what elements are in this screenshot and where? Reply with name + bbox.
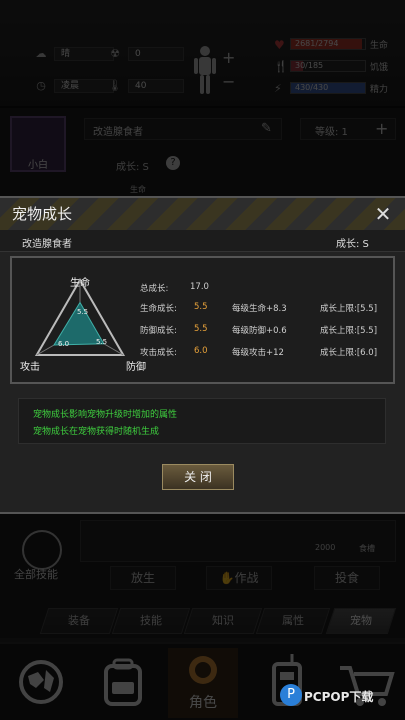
life-growth-value: 5.5 (194, 302, 208, 312)
attack-growth-label: 攻击成长: (140, 348, 177, 358)
dialog-growth-grade: 成长: S (336, 239, 369, 250)
dialog-pet-name: 改造腺食者 (22, 239, 72, 250)
description-line-1: 宠物成长影响宠物升级时增加的属性 (33, 410, 178, 420)
radar-value-life: 5.5 (77, 308, 89, 316)
defense-growth-cap: 成长上限:[5.5] (320, 326, 378, 336)
dialog-subheader: 改造腺食者 成长: S (0, 230, 405, 252)
watermark-text: PCPOP下载 (304, 690, 374, 704)
radar-value-defense: 5.5 (96, 338, 108, 346)
life-growth-label: 生命成长: (140, 304, 177, 314)
attack-growth-value: 6.0 (194, 346, 208, 356)
radar-label-defense: 防御 (126, 362, 146, 373)
total-growth-label: 总成长: (140, 284, 169, 294)
radar-label-life: 生命 (70, 278, 90, 289)
life-per-level: 每级生命+8.3 (232, 304, 287, 314)
dialog-title: 宠物成长 (12, 205, 73, 223)
attack-per-level: 每级攻击+12 (232, 348, 284, 358)
close-button[interactable]: 关 闭 (162, 464, 234, 490)
description-line-2: 宠物成长在宠物获得时随机生成 (33, 427, 160, 437)
defense-per-level: 每级防御+0.6 (232, 326, 287, 336)
defense-growth-value: 5.5 (194, 324, 208, 334)
radar-label-attack: 攻击 (20, 362, 40, 373)
total-growth-value: 17.0 (190, 282, 209, 292)
defense-growth-label: 防御成长: (140, 326, 177, 336)
close-icon[interactable]: ✕ (372, 203, 394, 225)
watermark-logo-icon: P (280, 684, 302, 706)
radar-value-attack: 6.0 (58, 340, 70, 348)
growth-description: 宠物成长影响宠物升级时增加的属性 宠物成长在宠物获得时随机生成 (18, 398, 386, 444)
life-growth-cap: 成长上限:[5.5] (320, 304, 378, 314)
attack-growth-cap: 成长上限:[6.0] (320, 348, 378, 358)
